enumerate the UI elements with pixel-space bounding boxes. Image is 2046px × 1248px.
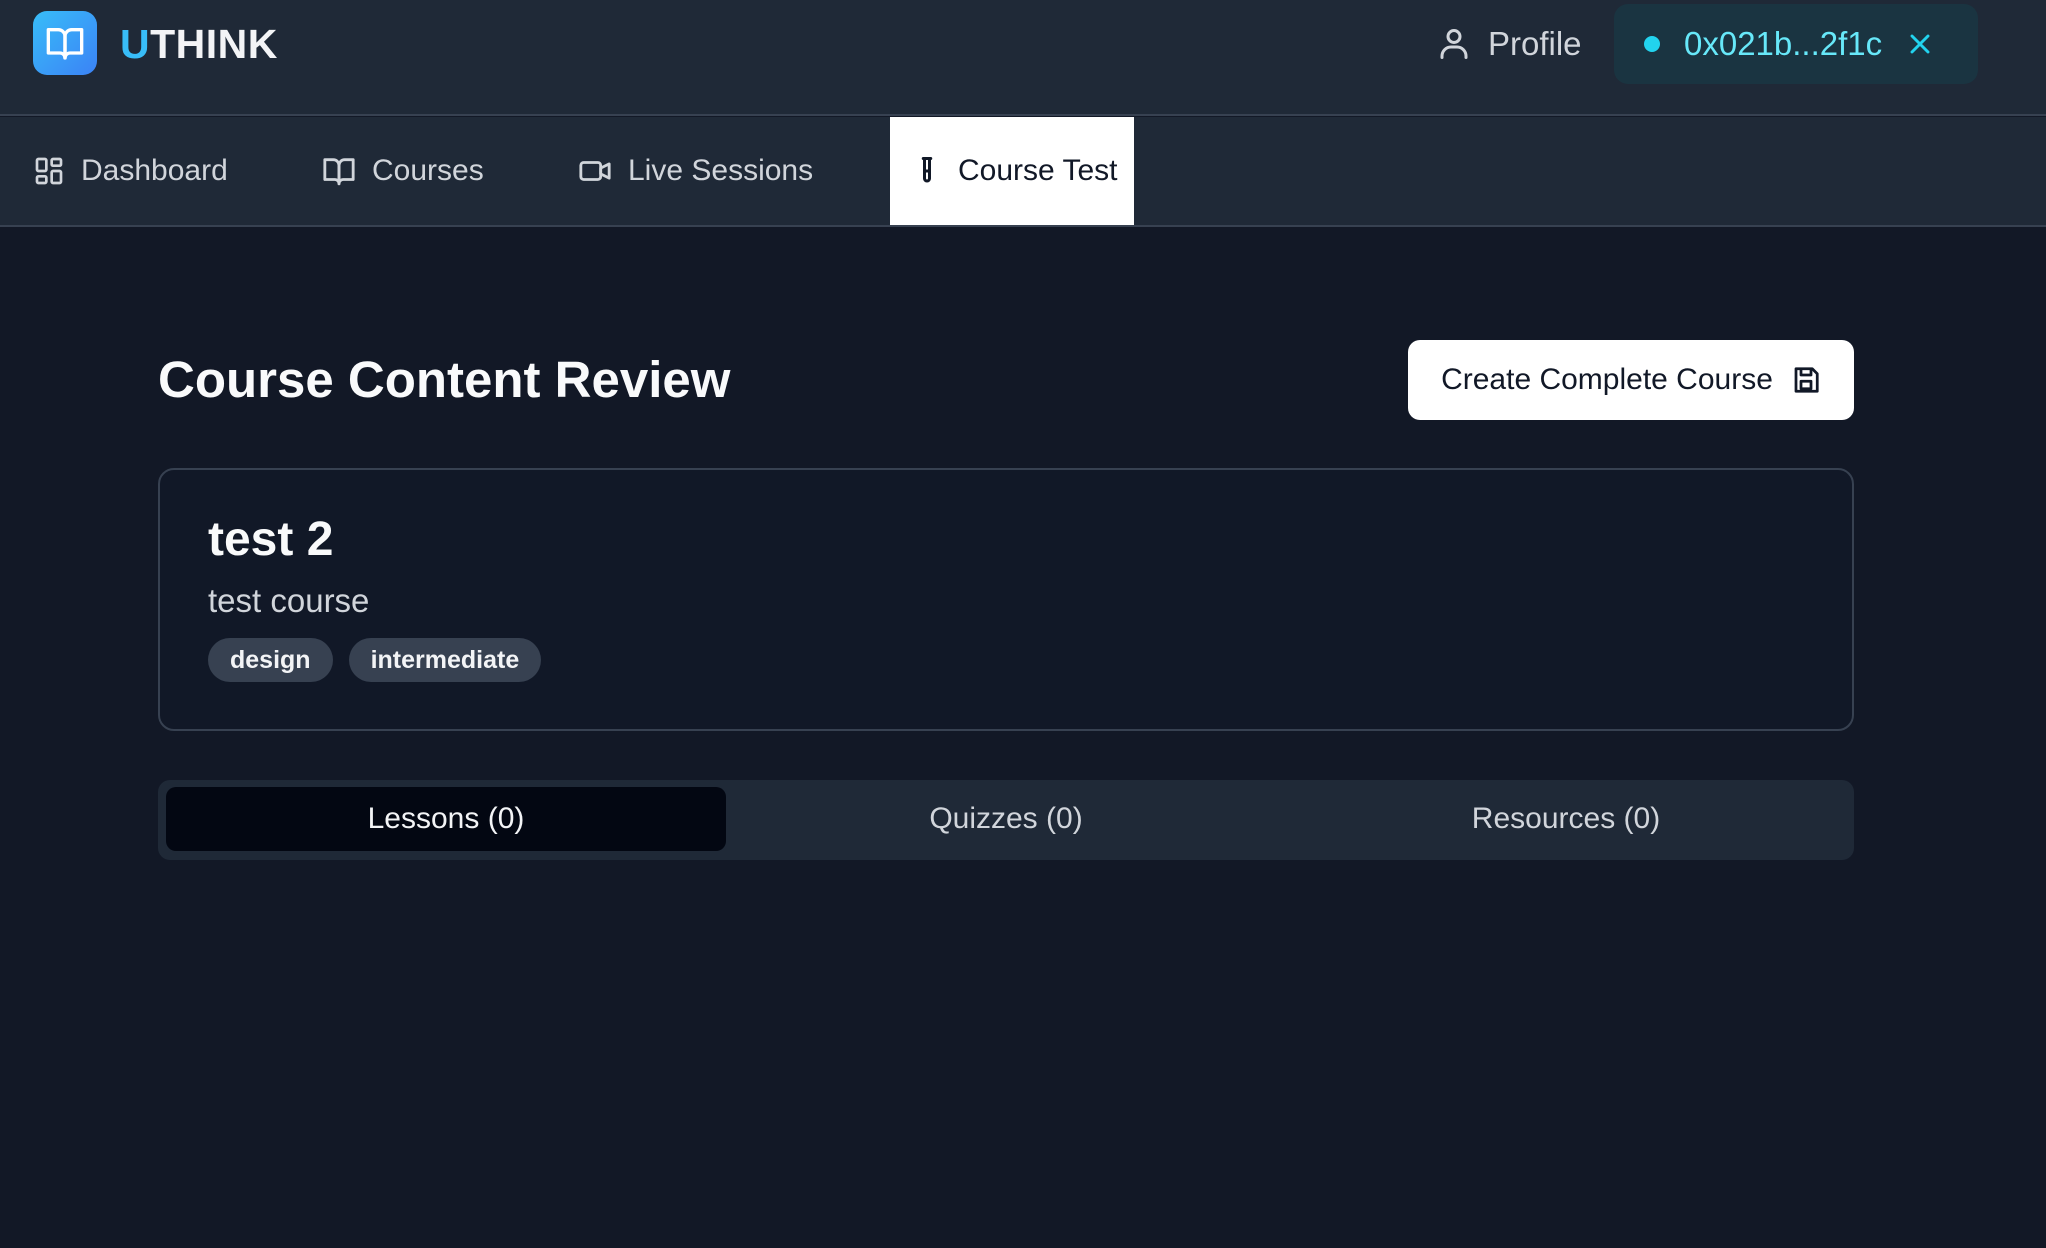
user-icon (1440, 29, 1468, 59)
tag-badge: intermediate (348, 638, 542, 682)
brand-rest: THINK (150, 21, 278, 67)
tag-badge: design (208, 638, 333, 682)
nav-label-live-sessions: Live Sessions (628, 154, 814, 187)
close-icon[interactable] (1904, 28, 1936, 60)
course-description: test course (208, 582, 370, 619)
nav-item-live-sessions[interactable]: Live Sessions (578, 117, 813, 225)
brand-prefix: U (120, 21, 151, 67)
create-button-label: Create Complete Course (1441, 363, 1773, 396)
course-tags: design intermediate (208, 638, 542, 682)
tab-lessons[interactable]: Lessons (0) (166, 787, 726, 851)
book-open-icon (46, 28, 84, 60)
brand-name: UTHINK (120, 18, 278, 70)
main-nav: Dashboard Courses Live Sessions Course T… (0, 117, 2046, 227)
course-name: test 2 (208, 513, 334, 566)
nav-item-course-test[interactable]: Course Test (890, 117, 1134, 225)
book-open-icon (323, 158, 355, 186)
nav-item-dashboard[interactable]: Dashboard (33, 117, 228, 225)
content-tabs: Lessons (0) Quizzes (0) Resources (0) (158, 780, 1854, 860)
dashboard-icon (35, 157, 63, 185)
test-tube-icon (921, 157, 933, 183)
wallet-badge[interactable]: 0x021b...2f1c (1614, 4, 1978, 84)
tab-quizzes[interactable]: Quizzes (0) (726, 787, 1286, 851)
nav-label-course-test: Course Test (958, 154, 1118, 187)
course-summary-card: test 2 test course design intermediate (158, 468, 1854, 731)
profile-label: Profile (1488, 25, 1582, 62)
wallet-status-dot (1644, 36, 1660, 52)
create-complete-course-button[interactable]: Create Complete Course (1408, 340, 1854, 420)
page-title: Course Content Review (158, 351, 731, 408)
top-bar: UTHINK Profile 0x021b...2f1c (0, 0, 2046, 116)
save-icon (1794, 367, 1819, 393)
nav-item-courses[interactable]: Courses (322, 117, 484, 225)
video-camera-icon (579, 161, 611, 181)
profile-link[interactable]: Profile (1436, 18, 1582, 70)
nav-label-dashboard: Dashboard (81, 154, 228, 187)
wallet-address: 0x021b...2f1c (1684, 25, 1883, 62)
tab-resources[interactable]: Resources (0) (1286, 787, 1846, 851)
nav-label-courses: Courses (372, 154, 484, 187)
logo[interactable] (33, 11, 97, 75)
